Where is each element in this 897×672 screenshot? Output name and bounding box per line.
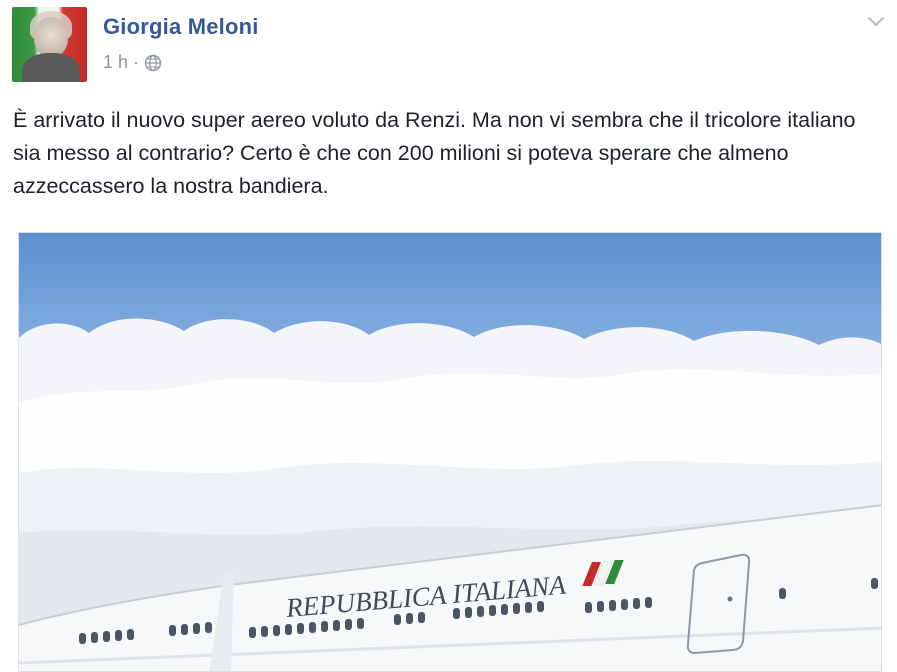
post-timestamp[interactable]: 1 h xyxy=(103,52,128,73)
chevron-down-icon[interactable] xyxy=(865,10,887,32)
post-text: È arrivato il nuovo super aereo voluto d… xyxy=(13,108,856,198)
author-avatar[interactable] xyxy=(12,7,87,82)
meta-separator: · xyxy=(133,52,140,72)
post-meta: 1 h · xyxy=(103,52,162,73)
facebook-post: Giorgia Meloni 1 h · È arrivato il nuovo… xyxy=(0,0,897,672)
airplane-photo-illustration: REPUBBLICA ITALIANA xyxy=(19,318,881,671)
avatar-shoulders xyxy=(22,53,80,82)
author-name-link[interactable]: Giorgia Meloni xyxy=(103,14,259,40)
post-photo[interactable]: REPUBBLICA ITALIANA xyxy=(18,232,882,672)
globe-icon[interactable] xyxy=(144,54,162,72)
avatar-face xyxy=(34,17,68,57)
